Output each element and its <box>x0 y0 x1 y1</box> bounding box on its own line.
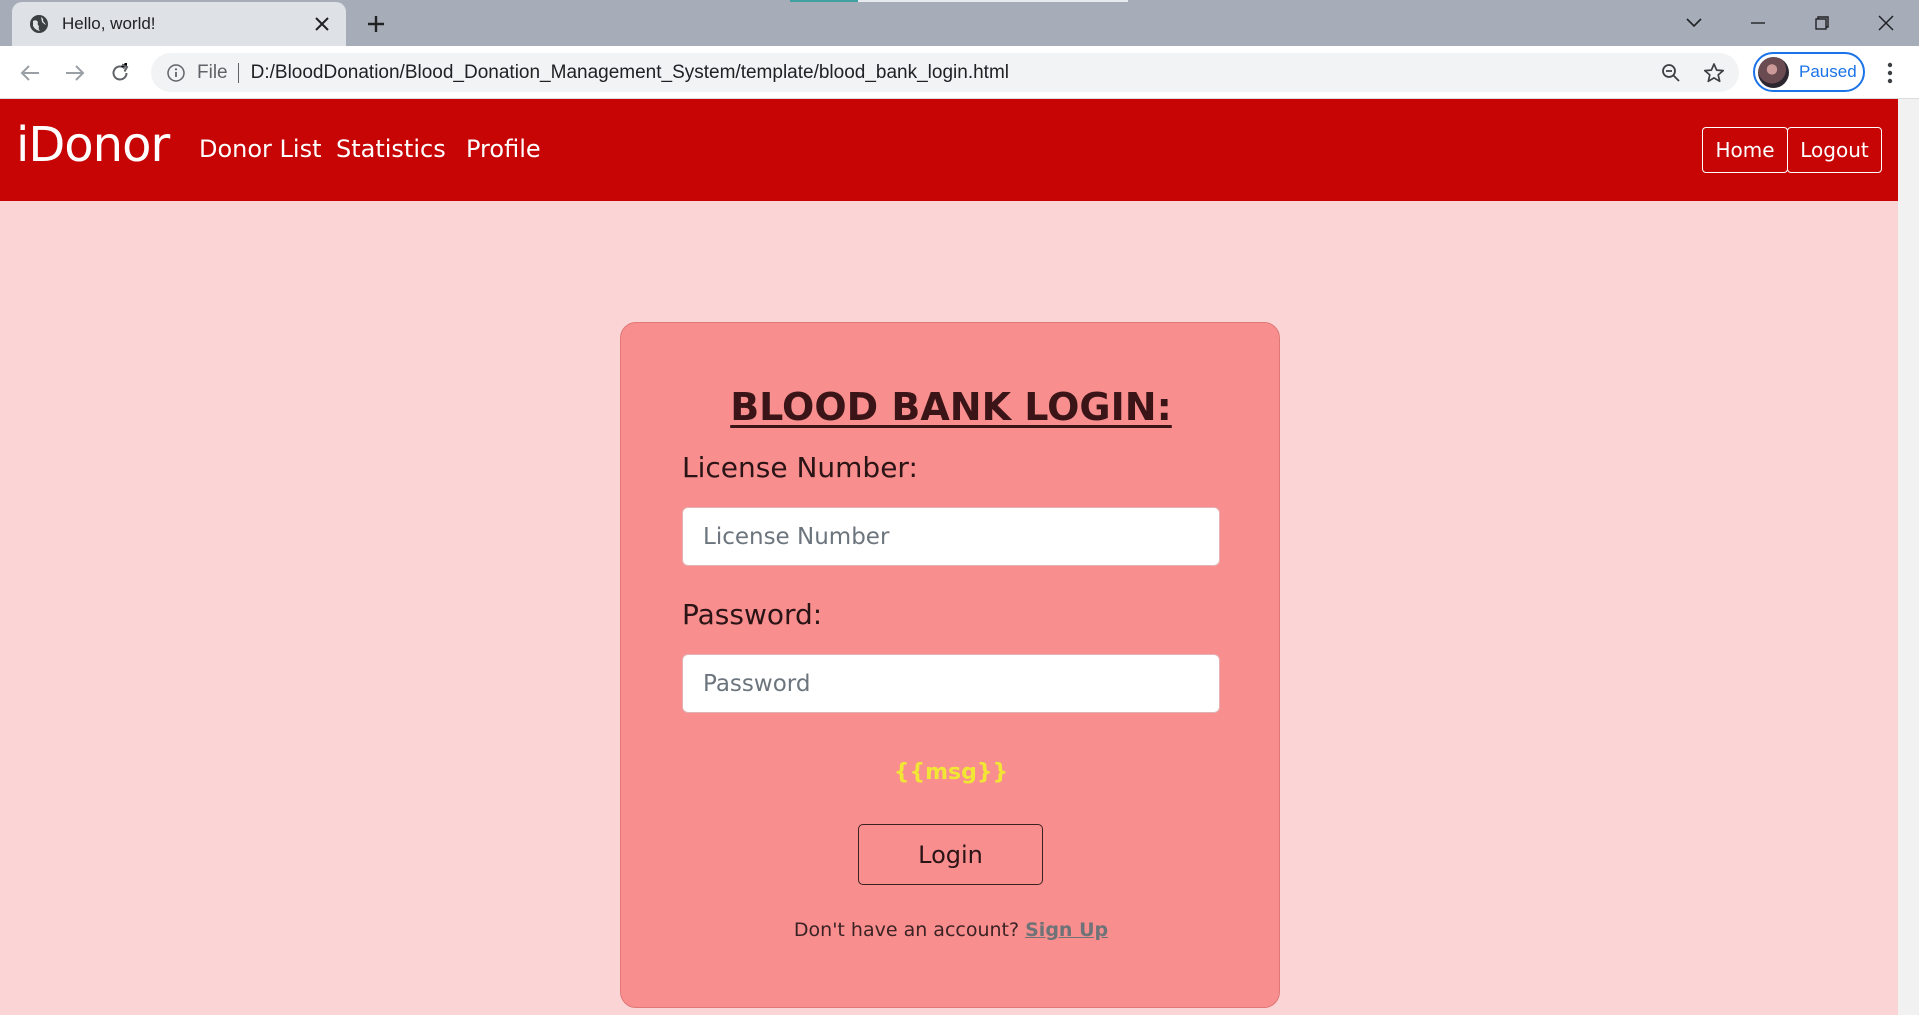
close-icon[interactable] <box>310 12 334 36</box>
profile-status: Paused <box>1799 62 1857 81</box>
nav-link-statistics[interactable]: Statistics <box>336 135 446 163</box>
minimize-icon[interactable] <box>1740 8 1776 38</box>
browser-toolbar: File D:/BloodDonation/Blood_Donation_Man… <box>0 46 1919 99</box>
brand-logo[interactable]: iDonor <box>16 117 170 173</box>
window-close-icon[interactable] <box>1868 8 1904 38</box>
page-viewport: iDonor Donor List Statistics Profile Hom… <box>0 99 1898 1015</box>
nav-link-donor-list[interactable]: Donor List <box>199 135 322 163</box>
license-number-input[interactable] <box>682 507 1220 566</box>
address-bar[interactable]: File D:/BloodDonation/Blood_Donation_Man… <box>151 53 1739 92</box>
page-title: BLOOD BANK LOGIN: <box>730 385 1172 429</box>
password-input[interactable] <box>682 654 1220 713</box>
url-scheme-label: File <box>197 61 228 83</box>
nav-link-profile[interactable]: Profile <box>466 135 541 163</box>
profile-button[interactable]: Paused <box>1753 52 1865 92</box>
tab-strip-accent <box>790 0 858 2</box>
browser-tab[interactable]: Hello, world! <box>12 2 346 46</box>
url-separator <box>237 62 239 83</box>
back-arrow-icon[interactable] <box>14 57 46 89</box>
plus-icon[interactable] <box>363 11 389 37</box>
avatar <box>1758 56 1789 88</box>
signup-prompt: Don't have an account? <box>793 919 1020 941</box>
zoom-out-icon[interactable] <box>1659 61 1683 85</box>
reload-icon[interactable] <box>104 57 136 89</box>
password-label: Password: <box>682 598 823 631</box>
tab-strip-accent-secondary <box>858 0 1128 2</box>
signup-link[interactable]: Sign Up <box>1025 919 1108 941</box>
tab-title: Hello, world! <box>62 14 156 33</box>
status-message: {{msg}} <box>893 760 1009 785</box>
login-card: BLOOD BANK LOGIN: License Number: Passwo… <box>620 322 1280 1008</box>
logout-button[interactable]: Logout <box>1787 127 1882 173</box>
chevron-down-icon[interactable] <box>1676 8 1712 38</box>
forward-arrow-icon[interactable] <box>59 57 91 89</box>
site-navbar: iDonor Donor List Statistics Profile Hom… <box>0 99 1898 201</box>
browser-tab-strip: Hello, world! <box>0 0 1919 46</box>
page-scrollbar[interactable] <box>1898 99 1919 1015</box>
info-icon[interactable] <box>165 62 187 84</box>
star-icon[interactable] <box>1701 60 1727 86</box>
signup-row: Don't have an account? Sign Up <box>621 919 1281 941</box>
restore-icon[interactable] <box>1804 8 1840 38</box>
home-button[interactable]: Home <box>1702 127 1788 173</box>
url-text[interactable]: D:/BloodDonation/Blood_Donation_Manageme… <box>251 62 1009 84</box>
login-button[interactable]: Login <box>858 824 1043 885</box>
kebab-menu-icon[interactable] <box>1877 59 1903 87</box>
globe-icon <box>28 13 50 35</box>
license-number-label: License Number: <box>682 451 918 484</box>
